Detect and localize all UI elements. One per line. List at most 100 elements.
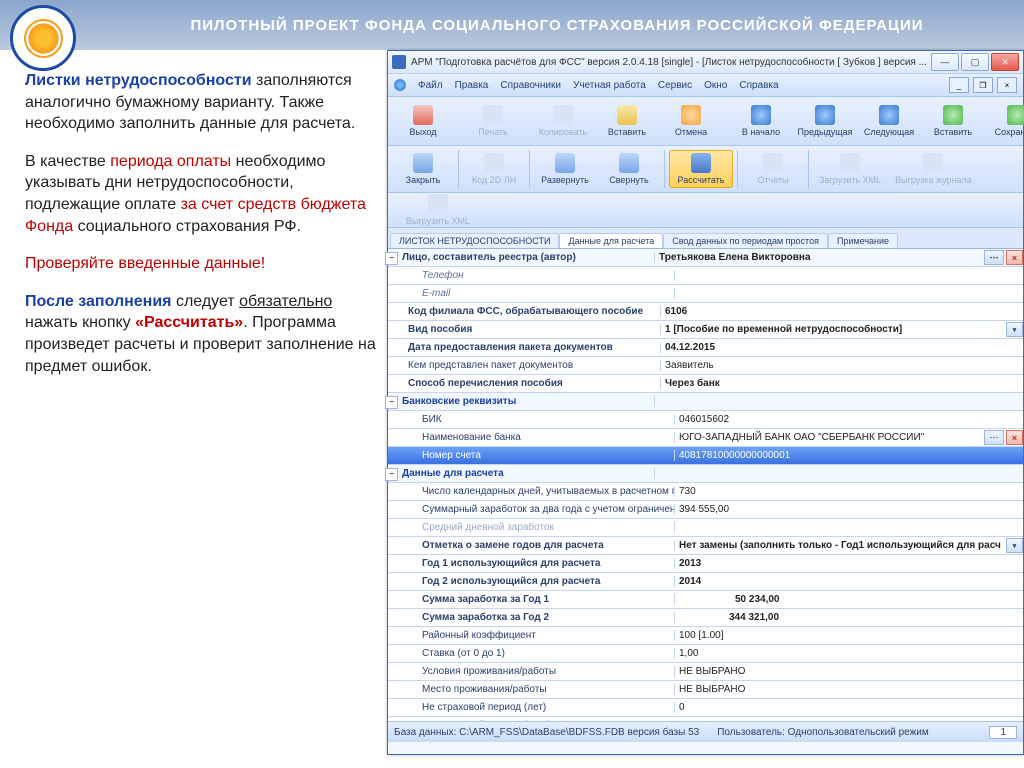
menu-service[interactable]: Сервис [658,80,692,91]
row-benefit-type[interactable]: Вид пособия1 [Пособие по временной нетру… [388,321,1023,339]
clear-button[interactable]: × [1006,250,1023,265]
close-doc-button[interactable]: Закрыть [392,151,454,187]
property-grid: −Лицо, составитель реестра (автор) Треть… [388,249,1023,721]
tab-strip: ЛИСТОК НЕТРУДОСПОСОБНОСТИ Данные для рас… [388,228,1023,249]
copy-icon [553,105,573,125]
maximize-button[interactable]: ▢ [961,53,989,71]
collapse-button[interactable]: Свернуть [598,151,660,187]
row-account[interactable]: Номер счета40817810000000000001 [388,447,1023,465]
calculate-button[interactable]: Рассчитать [669,150,733,188]
row-author[interactable]: −Лицо, составитель реестра (автор) Треть… [388,249,1023,267]
toolbar-tertiary: Выгрузить XML [388,193,1023,228]
copy-button[interactable]: Копировать [532,103,594,139]
menu-ref[interactable]: Справочники [500,80,561,91]
row-calcdata[interactable]: −Данные для расчета [388,465,1023,483]
cancel-button[interactable]: Отмена [660,103,722,139]
collapse-icon [619,153,639,173]
barcode-icon [484,153,504,173]
close-button[interactable]: ✕ [991,53,1019,71]
row-presented-by[interactable]: Кем представлен пакет документовЗаявител… [388,357,1023,375]
upload-icon [428,194,448,214]
collapse-icon[interactable]: − [388,396,398,407]
row-caldays[interactable]: Число календарных дней, учитываемых в ра… [388,483,1023,501]
print-button[interactable]: Печать [462,103,524,139]
app-window: АРМ "Подготовка расчётов для ФСС" версия… [387,50,1024,755]
tab-note[interactable]: Примечание [828,233,898,248]
first-button[interactable]: В начало [730,103,792,139]
slide-title: ПИЛОТНЫЙ ПРОЕКТ ФОНДА СОЦИАЛЬНОГО СТРАХО… [0,0,1024,50]
status-page: 1 [989,726,1017,739]
row-sumearn[interactable]: Суммарный заработок за два года с учетом… [388,501,1023,519]
row-bik[interactable]: БИК046015602 [388,411,1023,429]
row-noninsyrs[interactable]: Не страховой период (лет)0 [388,699,1023,717]
report-icon [763,153,783,173]
clear-button[interactable]: × [1006,430,1023,445]
window-title: АРМ "Подготовка расчётов для ФСС" версия… [411,57,927,68]
exportxml-button[interactable]: Выгрузить XML [392,192,484,228]
row-phone[interactable]: Телефон [388,267,1023,285]
minimize-button[interactable]: — [931,53,959,71]
toolbar-main: Выход Печать Копировать Вставить Отмена … [388,97,1023,146]
row-regional[interactable]: Районный коэффициент100 [1.00] [388,627,1023,645]
collapse-icon[interactable]: − [388,252,398,263]
menubar: Файл Правка Справочники Учетная работа С… [388,74,1023,97]
code2d-button[interactable]: Код 2D ЛН [463,151,525,187]
row-fsscode[interactable]: Код филиала ФСС, обрабатывающего пособие… [388,303,1023,321]
row-rate[interactable]: Ставка (от 0 до 1)1,00 [388,645,1023,663]
row-avgday[interactable]: Средний дневной заработок [388,519,1023,537]
ellipsis-button[interactable]: ⋯ [984,250,1004,265]
ellipsis-button[interactable]: ⋯ [984,430,1004,445]
row-livcond[interactable]: Условия проживания/работыНЕ ВЫБРАНО [388,663,1023,681]
menu-accounting[interactable]: Учетная работа [573,80,646,91]
prev-button[interactable]: Предыдущая [794,103,856,139]
mdi-close-button[interactable]: × [997,77,1017,93]
row-year2[interactable]: Год 2 использующийся для расчета2014 [388,573,1023,591]
row-docdate[interactable]: Дата предоставления пакета документов04.… [388,339,1023,357]
toolbar-secondary: Закрыть Код 2D ЛН Развернуть Свернуть Ра… [388,146,1023,193]
row-year1[interactable]: Год 1 использующийся для расчета2013 [388,555,1023,573]
logexport-button[interactable]: Выгрузка журнала [889,151,978,187]
menu-help[interactable]: Справка [739,80,778,91]
orb-icon[interactable] [394,79,406,91]
insert-button[interactable]: Вставить [922,103,984,139]
exit-button[interactable]: Выход [392,103,454,139]
menu-file[interactable]: Файл [418,80,443,91]
calculator-icon [691,153,711,173]
expand-button[interactable]: Развернуть [534,151,596,187]
row-sum1[interactable]: Сумма заработка за Год 150 234,00 [388,591,1023,609]
paste-button[interactable]: Вставить [596,103,658,139]
row-pay-method[interactable]: Способ перечисления пособияЧерез банк [388,375,1023,393]
row-yearreplace[interactable]: Отметка о замене годов для расчетаНет за… [388,537,1023,555]
reports-button[interactable]: Отчеты [742,151,804,187]
door-icon [413,153,433,173]
menu-window[interactable]: Окно [704,80,727,91]
paste-icon [617,105,637,125]
save-button[interactable]: Сохранить [986,103,1024,139]
statusbar: База данных: C:\ARM_FSS\DataBase\BDFSS.F… [388,721,1023,742]
tab-sicklist[interactable]: ЛИСТОК НЕТРУДОСПОСОБНОСТИ [390,233,559,248]
row-noninsmon[interactable]: Не страховой период (мес.)0 [388,717,1023,721]
loadxml-button[interactable]: Загрузить XML [813,151,887,187]
next-button[interactable]: Следующая [858,103,920,139]
tab-downtime[interactable]: Свод данных по периодам простоя [663,233,828,248]
collapse-icon[interactable]: − [388,468,398,479]
row-bankreq[interactable]: −Банковские реквизиты [388,393,1023,411]
row-bankname[interactable]: Наименование банкаЮГО-ЗАПАДНЫЙ БАНК ОАО … [388,429,1023,447]
first-icon [751,105,771,125]
exit-icon [413,105,433,125]
dropdown-icon[interactable]: ▾ [1006,538,1023,553]
mdi-minimize-button[interactable]: _ [949,77,969,93]
row-sum2[interactable]: Сумма заработка за Год 2344 321,00 [388,609,1023,627]
dropdown-icon[interactable]: ▾ [1006,322,1023,337]
titlebar[interactable]: АРМ "Подготовка расчётов для ФСС" версия… [388,51,1023,74]
check-icon [1007,105,1024,125]
row-livplace[interactable]: Место проживания/работыНЕ ВЫБРАНО [388,681,1023,699]
tab-calcdata[interactable]: Данные для расчета [559,233,663,248]
status-db: База данных: C:\ARM_FSS\DataBase\BDFSS.F… [394,727,699,738]
download-icon [840,153,860,173]
mdi-restore-button[interactable]: ❐ [973,77,993,93]
menu-edit[interactable]: Правка [455,80,489,91]
row-email[interactable]: E-mail [388,285,1023,303]
status-user: Пользователь: Однопользовательский режим [717,727,929,738]
fss-logo [10,5,76,71]
